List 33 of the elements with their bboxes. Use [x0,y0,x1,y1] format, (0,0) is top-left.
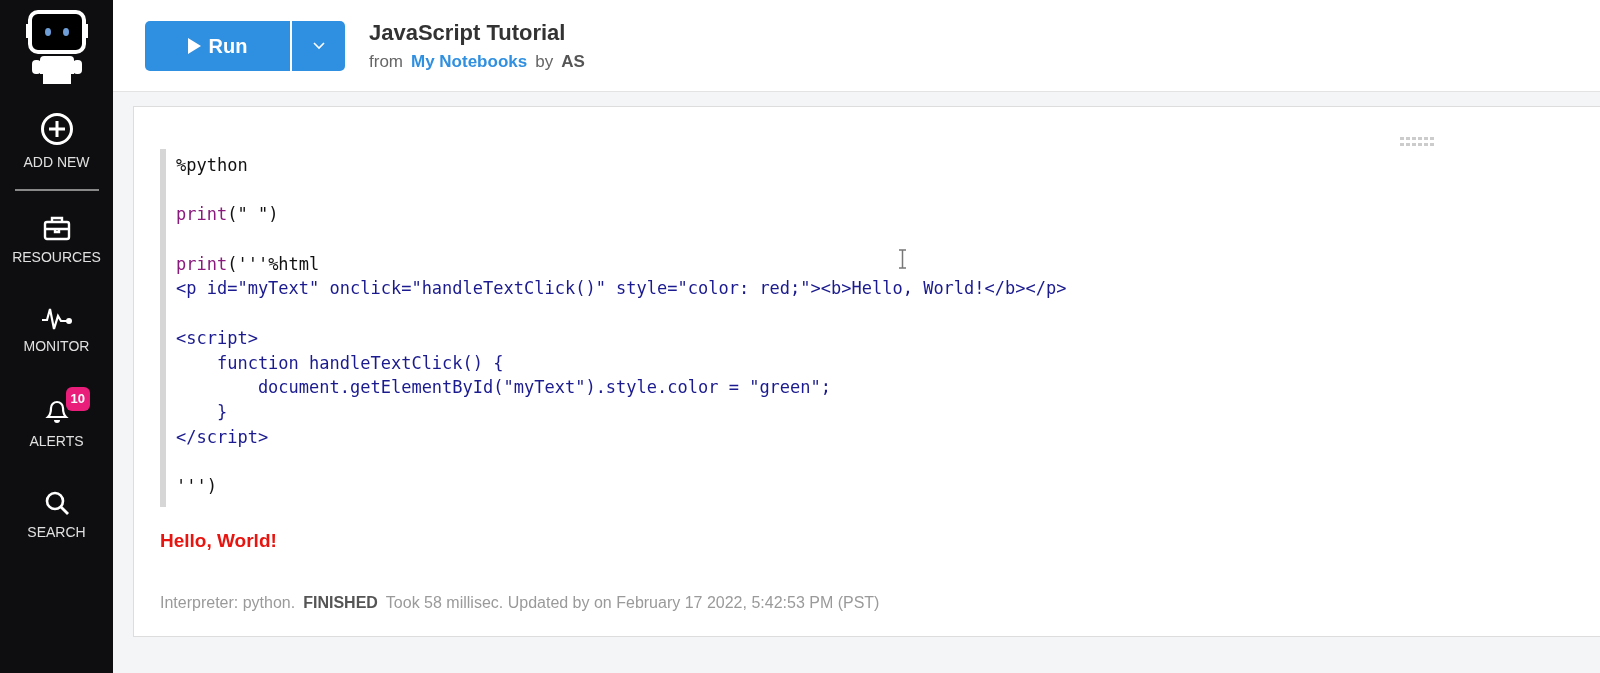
author-name: AS [561,51,585,74]
text-cursor-icon [898,246,907,270]
code-line: ''') [176,474,217,498]
sidebar-item[interactable]: RESOURCES [12,207,101,268]
sidebar-item[interactable]: MONITOR [13,298,100,357]
code-line: <script> [176,326,258,350]
code-line: document.getElementById("myText").style.color = "green"; [256,376,832,400]
code-line: <p id="myText" onclick="handleTextClick()" style="color: red;"><b>Hello, World!</b></p> [176,277,1067,301]
dropdown-button[interactable] [292,20,345,71]
pulse-icon [40,306,73,330]
robot-logo[interactable] [25,8,88,86]
code-line: </script> [176,425,269,449]
sidebar-item[interactable]: SEARCH [13,482,100,543]
code-line: function handleTextClick() { [215,351,504,375]
briefcase-icon [42,215,71,241]
run-details: Took 58 millisec. Updated by on February 17 2022, 5:42:53 PM (PST) [385,593,880,614]
from-label: from [369,51,403,74]
interpreter-label: Interpreter: python. [160,593,296,614]
sidebar-item[interactable]: ALERTS 10 [13,387,100,452]
notebook-title: JavaScript Tutorial [369,19,567,48]
code-line: } [215,400,228,424]
code-line: print('''%html [176,252,320,276]
play-icon [187,37,201,54]
code-line: print(" ") [176,203,279,227]
output-text: Hello, World! [160,528,278,553]
alert-count-badge: 10 [65,387,90,411]
plus-circle-icon [39,112,74,146]
caret-icon [312,41,325,50]
search-icon [43,490,70,516]
by-label: by [535,51,554,74]
status-label: FINISHED [303,593,378,614]
code-line: %python [176,154,248,177]
sidebar-item[interactable]: ADD NEW [13,104,100,173]
